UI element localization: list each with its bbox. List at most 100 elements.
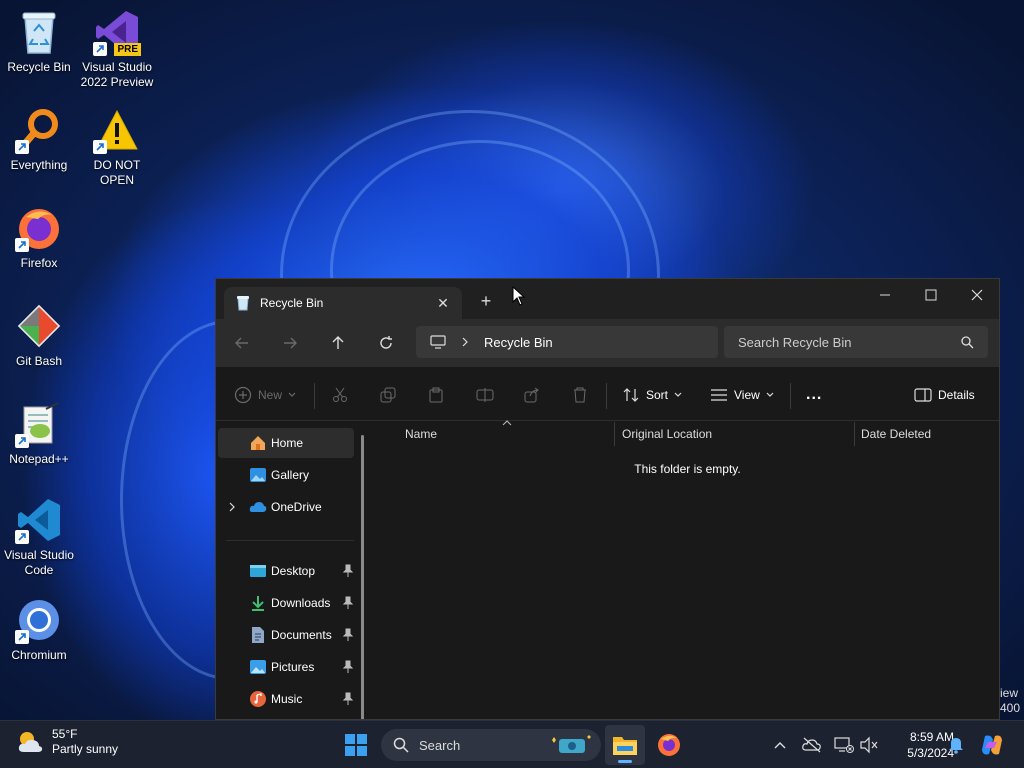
details-label: Details: [938, 388, 975, 402]
pin-icon[interactable]: [342, 628, 354, 642]
maximize-icon: [925, 289, 937, 301]
desktop-icon-git-bash[interactable]: Git Bash: [1, 302, 77, 369]
up-button[interactable]: [324, 329, 352, 357]
copilot-button[interactable]: [978, 731, 1006, 759]
forward-button[interactable]: [276, 329, 304, 357]
minimize-button[interactable]: [862, 279, 908, 311]
sort-button[interactable]: Sort: [622, 381, 682, 409]
desktop-icon-vscode[interactable]: Visual Studio Code: [1, 496, 77, 578]
desktop-icon-visual-studio[interactable]: PRE Visual Studio 2022 Preview: [79, 8, 155, 90]
desktop-icon-do-not-open[interactable]: DO NOT OPEN: [79, 106, 155, 188]
notifications-button[interactable]: [944, 733, 968, 757]
onedrive-tray-button[interactable]: [800, 733, 824, 757]
pictures-icon: [250, 660, 266, 674]
title-bar[interactable]: Recycle Bin ✕ +: [216, 279, 999, 319]
pin-icon[interactable]: [342, 660, 354, 674]
rename-icon: [476, 388, 494, 402]
column-header-name[interactable]: Name: [405, 422, 437, 446]
show-hidden-icons-button[interactable]: [768, 733, 792, 757]
nav-item-home[interactable]: Home: [218, 428, 354, 458]
start-button[interactable]: [336, 725, 376, 765]
nav-item-documents[interactable]: Documents: [218, 620, 354, 650]
maximize-button[interactable]: [908, 279, 954, 311]
nav-item-music[interactable]: Music: [218, 684, 354, 714]
close-window-button[interactable]: [954, 279, 999, 311]
column-divider[interactable]: [854, 422, 855, 446]
desktop-icon-firefox[interactable]: Firefox: [1, 204, 77, 271]
nav-divider: [226, 540, 354, 541]
view-list-icon: [711, 389, 727, 401]
new-button[interactable]: New: [234, 381, 296, 409]
desktop-icon-label: Visual Studio 2022 Preview: [80, 60, 154, 89]
chevron-down-icon: [674, 392, 682, 397]
rename-button[interactable]: [476, 381, 494, 409]
column-header-date-deleted[interactable]: Date Deleted: [861, 422, 931, 446]
desktop-icon-everything[interactable]: Everything: [1, 106, 77, 173]
new-label: New: [258, 388, 283, 402]
tab-recycle-bin[interactable]: Recycle Bin ✕: [224, 287, 462, 319]
column-header-original-location[interactable]: Original Location: [622, 422, 712, 446]
toolbar-divider: [314, 383, 315, 409]
preview-badge: PRE: [114, 43, 141, 56]
pane-splitter[interactable]: [361, 435, 364, 719]
desktop-icon-notepadpp[interactable]: Notepad++: [1, 400, 77, 467]
delete-button[interactable]: [572, 381, 588, 409]
network-tray-button[interactable]: [832, 733, 856, 757]
details-button[interactable]: Details: [914, 381, 975, 409]
desktop-folder-icon: [250, 565, 266, 577]
address-bar[interactable]: Recycle Bin: [416, 326, 718, 358]
file-list: Name Original Location Date Deleted This…: [374, 420, 999, 719]
see-more-button[interactable]: ...: [806, 381, 822, 409]
weather-temperature: 55°F: [52, 727, 78, 741]
view-label: View: [734, 388, 760, 402]
copy-button[interactable]: [380, 381, 396, 409]
recycle-bin-icon: [22, 12, 56, 54]
cut-icon: [333, 387, 347, 402]
volume-muted-icon: [860, 736, 878, 754]
nav-item-desktop[interactable]: Desktop: [218, 556, 354, 586]
nav-item-label: Desktop: [271, 564, 316, 578]
desktop-icon-recycle-bin[interactable]: Recycle Bin: [1, 8, 77, 75]
chevron-right-icon[interactable]: [460, 337, 470, 347]
taskbar-firefox[interactable]: [649, 725, 689, 765]
refresh-button[interactable]: [372, 329, 400, 357]
new-tab-button[interactable]: +: [476, 291, 496, 311]
shortcut-arrow-icon: [15, 530, 29, 544]
taskbar-search-box[interactable]: Search: [381, 729, 601, 761]
partly-sunny-icon: [18, 732, 43, 752]
system-clock[interactable]: 8:59 AM 5/3/2024: [878, 729, 954, 761]
back-arrow-icon: [235, 337, 248, 349]
home-icon: [251, 436, 265, 450]
desktop-icon-label: Chromium: [11, 648, 67, 662]
nav-item-downloads[interactable]: Downloads: [218, 588, 354, 618]
back-button[interactable]: [228, 329, 256, 357]
taskbar-file-explorer[interactable]: [605, 725, 645, 765]
cut-button[interactable]: [332, 381, 348, 409]
search-input[interactable]: Search Recycle Bin: [724, 326, 988, 358]
shortcut-arrow-icon: [15, 434, 29, 448]
desktop-icon-chromium[interactable]: Chromium: [1, 596, 77, 663]
weather-widget[interactable]: 55°F Partly sunny: [16, 727, 118, 757]
nav-item-gallery[interactable]: Gallery: [218, 460, 354, 490]
pin-icon[interactable]: [342, 596, 354, 610]
search-highlight-icon: [552, 735, 591, 753]
share-button[interactable]: [524, 381, 540, 409]
nav-item-pictures[interactable]: Pictures: [218, 652, 354, 682]
column-divider[interactable]: [614, 422, 615, 446]
pin-icon[interactable]: [342, 564, 354, 578]
close-tab-button[interactable]: ✕: [434, 294, 452, 312]
pin-icon[interactable]: [342, 692, 354, 706]
this-pc-icon: [430, 335, 446, 349]
nav-item-onedrive[interactable]: OneDrive: [218, 492, 354, 522]
weather-condition: Partly sunny: [52, 742, 119, 756]
breadcrumb-recycle-bin[interactable]: Recycle Bin: [484, 335, 553, 350]
music-icon: [250, 691, 266, 707]
desktop-icon-label: DO NOT OPEN: [93, 158, 141, 187]
documents-icon: [252, 627, 264, 643]
nav-item-label: OneDrive: [271, 500, 322, 514]
shortcut-arrow-icon: [93, 42, 107, 56]
chevron-right-icon[interactable]: [228, 502, 236, 512]
view-button[interactable]: View: [710, 381, 774, 409]
paste-button[interactable]: [428, 381, 444, 409]
network-monitor-icon: [834, 737, 854, 753]
